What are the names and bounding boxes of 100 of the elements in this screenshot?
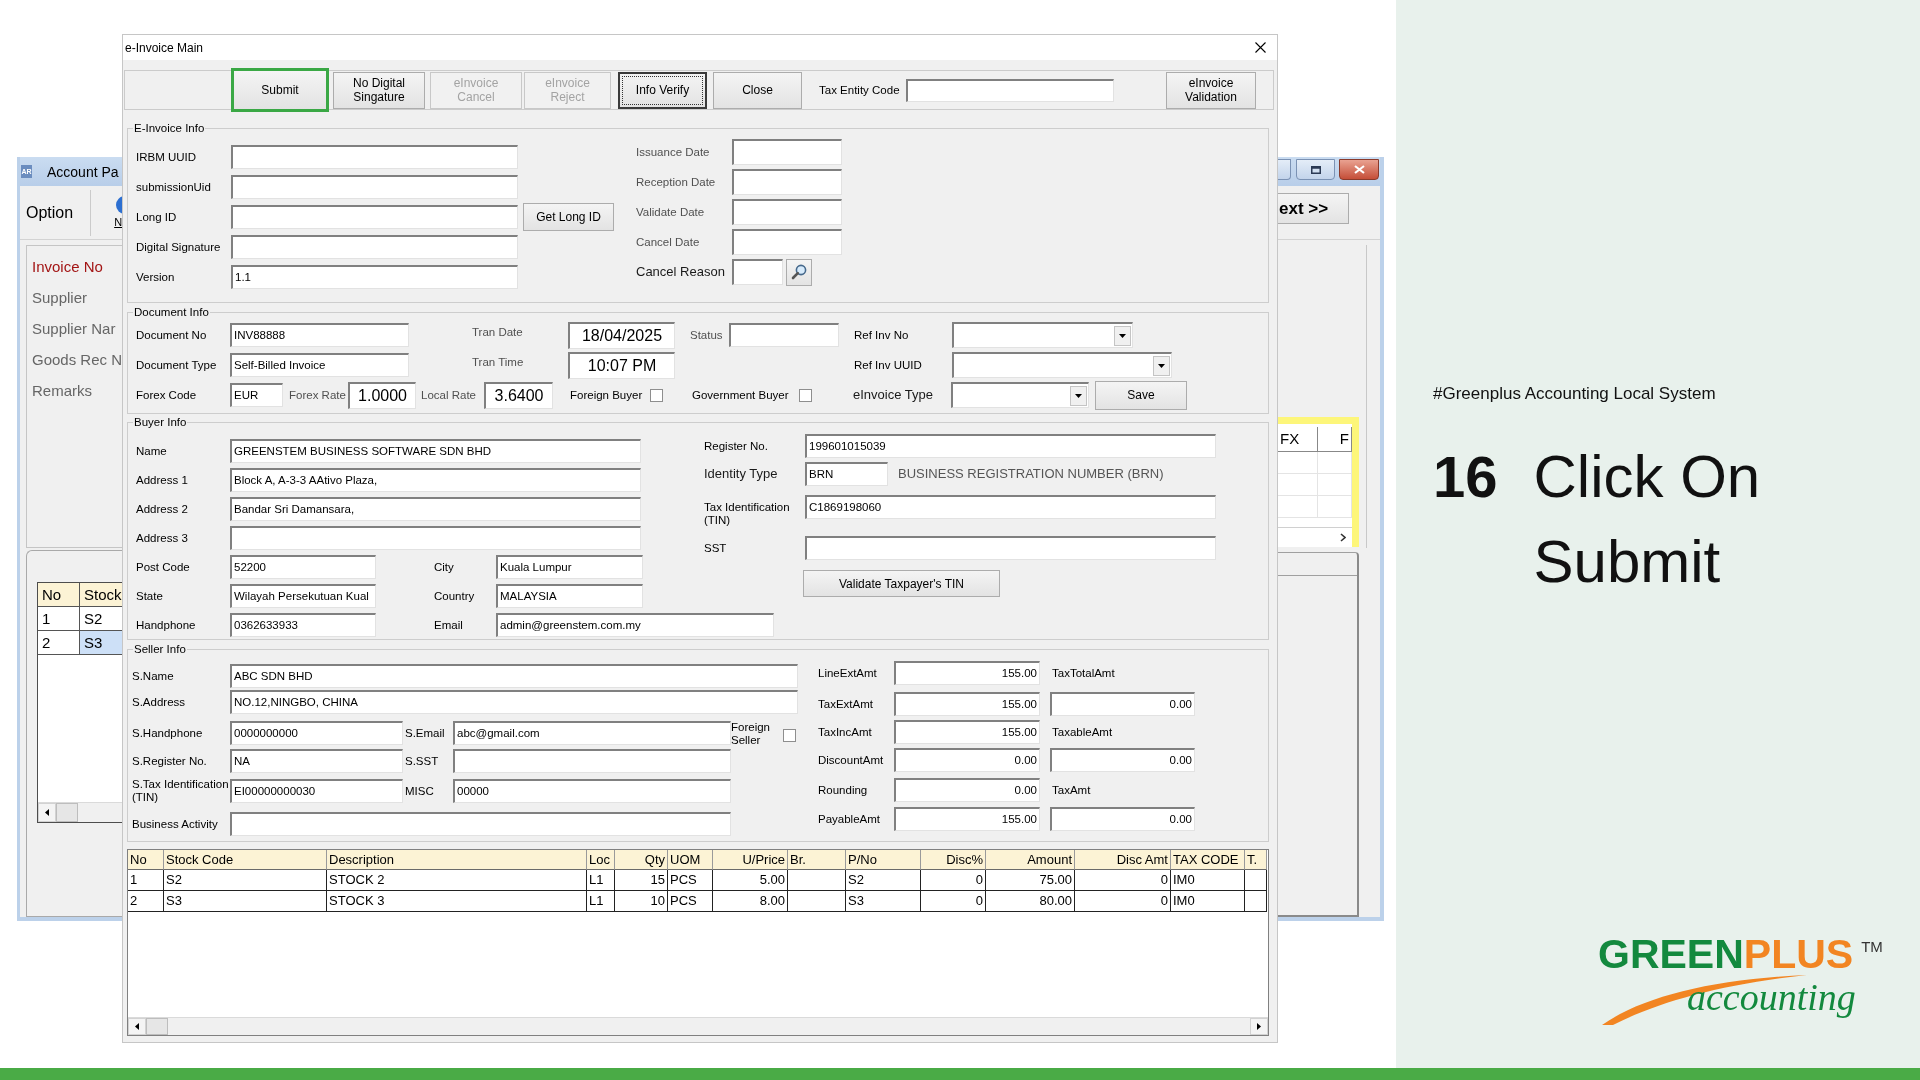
- text-field[interactable]: [231, 235, 518, 259]
- search-option[interactable]: Goods Rec N: [32, 350, 123, 369]
- scroll-thumb[interactable]: [146, 1018, 168, 1035]
- field-label: IRBM UUID: [136, 150, 198, 164]
- table-cell: L1: [587, 870, 615, 891]
- text-field[interactable]: 155.00: [894, 807, 1040, 831]
- text-field[interactable]: [729, 323, 839, 347]
- toolbar-button[interactable]: No Digital Singature: [333, 71, 425, 109]
- text-field[interactable]: 155.00: [894, 720, 1040, 744]
- search-button[interactable]: [786, 258, 812, 286]
- search-option[interactable]: Supplier: [32, 288, 88, 307]
- search-option[interactable]: Remarks: [32, 381, 92, 400]
- close-button[interactable]: [1339, 159, 1379, 180]
- text-field[interactable]: [230, 812, 731, 836]
- caret-down-icon[interactable]: [1114, 325, 1131, 346]
- text-field[interactable]: Kuala Lumpur: [496, 554, 643, 579]
- text-field[interactable]: 0.00: [1050, 807, 1195, 831]
- text-field[interactable]: 52200: [230, 554, 376, 579]
- maximize-button[interactable]: [1296, 159, 1335, 180]
- close-icon[interactable]: [1255, 42, 1266, 53]
- action-button[interactable]: Get Long ID: [523, 203, 614, 231]
- text-field[interactable]: 18/04/2025: [568, 321, 675, 349]
- text-field[interactable]: MALAYSIA: [496, 583, 643, 608]
- text-field[interactable]: 3.6400: [484, 381, 553, 409]
- text-field[interactable]: [732, 259, 783, 285]
- text-field[interactable]: 1.0000: [348, 381, 416, 409]
- search-option[interactable]: Supplier Nar: [32, 319, 116, 338]
- toolbar-button[interactable]: Info Verify: [618, 71, 707, 109]
- text-field[interactable]: [805, 536, 1216, 560]
- text-field[interactable]: C1869198060: [805, 495, 1216, 519]
- text-field[interactable]: 0362633933: [230, 612, 376, 637]
- field-label: Ref Inv No: [854, 328, 910, 342]
- option-menu[interactable]: Option: [26, 202, 74, 223]
- chevron-right-icon[interactable]: [1340, 533, 1346, 542]
- text-field[interactable]: 0.00: [1050, 748, 1195, 772]
- text-field[interactable]: [732, 169, 842, 195]
- text-field[interactable]: 155.00: [894, 692, 1040, 716]
- text-field[interactable]: 155.00: [894, 661, 1040, 685]
- text-field[interactable]: 0.00: [1050, 692, 1195, 716]
- text-field[interactable]: [732, 139, 842, 165]
- text-field[interactable]: Bandar Sri Damansara,: [230, 496, 641, 521]
- text-field[interactable]: abc@gmail.com: [453, 721, 731, 745]
- text-field[interactable]: Wilayah Persekutuan Kual: [230, 583, 376, 608]
- text-field[interactable]: 199601015039: [805, 434, 1216, 458]
- toolbar-button[interactable]: Close: [713, 71, 802, 109]
- column-header: Qty: [615, 850, 668, 870]
- checkbox[interactable]: [783, 729, 796, 742]
- arrow-left-icon[interactable]: [38, 803, 56, 822]
- next-button[interactable]: ext >>: [1278, 193, 1349, 224]
- text-field[interactable]: EI00000000030: [230, 779, 403, 803]
- text-field[interactable]: 1.1: [231, 265, 518, 289]
- text-field[interactable]: [231, 175, 518, 199]
- text-field[interactable]: NO.12,NINGBO, CHINA: [230, 690, 798, 714]
- caret-down-icon[interactable]: [1070, 385, 1087, 406]
- text-field[interactable]: [453, 749, 731, 773]
- text-field[interactable]: [231, 205, 518, 229]
- text-field[interactable]: ABC SDN BHD: [230, 664, 798, 688]
- text-field[interactable]: [732, 199, 842, 225]
- text-field[interactable]: 10:07 PM: [568, 351, 675, 379]
- dropdown-field[interactable]: [951, 382, 1089, 408]
- table-cell: [1245, 891, 1267, 912]
- text-field[interactable]: NA: [230, 749, 403, 773]
- toolbar-button[interactable]: Submit: [231, 68, 329, 112]
- text-field[interactable]: [231, 145, 518, 169]
- text-field[interactable]: Self-Billed Invoice: [230, 353, 409, 377]
- arrow-right-icon[interactable]: [1250, 1018, 1268, 1035]
- field-label: DiscountAmt: [818, 753, 885, 768]
- field-label: Local Rate: [421, 388, 477, 402]
- checkbox[interactable]: [799, 388, 812, 402]
- text-field[interactable]: 00000: [453, 779, 731, 803]
- text-field[interactable]: 0000000000: [230, 721, 403, 745]
- text-field[interactable]: EUR: [230, 383, 283, 407]
- column-header: Br.: [788, 850, 846, 870]
- text-field[interactable]: BRN: [805, 462, 888, 486]
- save-button[interactable]: Save: [1095, 380, 1187, 410]
- table-cell: PCS: [668, 891, 713, 912]
- text-field[interactable]: 0.00: [894, 778, 1040, 802]
- text-field[interactable]: 0.00: [894, 748, 1040, 772]
- validation-button[interactable]: eInvoice Validation: [1166, 71, 1256, 109]
- group-title: E-Invoice Info: [133, 121, 206, 135]
- field-label: TaxAmt: [1052, 783, 1092, 798]
- text-field[interactable]: admin@greenstem.com.my: [496, 612, 774, 637]
- text-field[interactable]: GREENSTEM BUSINESS SOFTWARE SDN BHD: [230, 438, 641, 463]
- search-option[interactable]: Invoice No: [32, 257, 103, 276]
- dropdown-field[interactable]: [952, 322, 1133, 348]
- validate-button[interactable]: Validate Taxpayer's TIN: [803, 570, 1000, 597]
- arrow-left-icon[interactable]: [128, 1018, 146, 1035]
- dropdown-field[interactable]: [952, 352, 1172, 378]
- text-field[interactable]: Block A, A-3-3 AAtivo Plaza,: [230, 467, 641, 492]
- text-field[interactable]: [732, 229, 842, 255]
- text-field[interactable]: INV88888: [230, 323, 409, 347]
- minimize-button[interactable]: [1278, 159, 1291, 180]
- caret-down-icon[interactable]: [1153, 355, 1170, 376]
- field-label: S.Tax Identification (TIN): [132, 778, 230, 804]
- horizontal-scrollbar[interactable]: [38, 802, 122, 822]
- scroll-thumb[interactable]: [56, 803, 78, 822]
- text-field[interactable]: [906, 78, 1114, 102]
- horizontal-scrollbar[interactable]: [128, 1017, 1268, 1035]
- checkbox[interactable]: [650, 388, 663, 402]
- text-field[interactable]: [230, 525, 641, 550]
